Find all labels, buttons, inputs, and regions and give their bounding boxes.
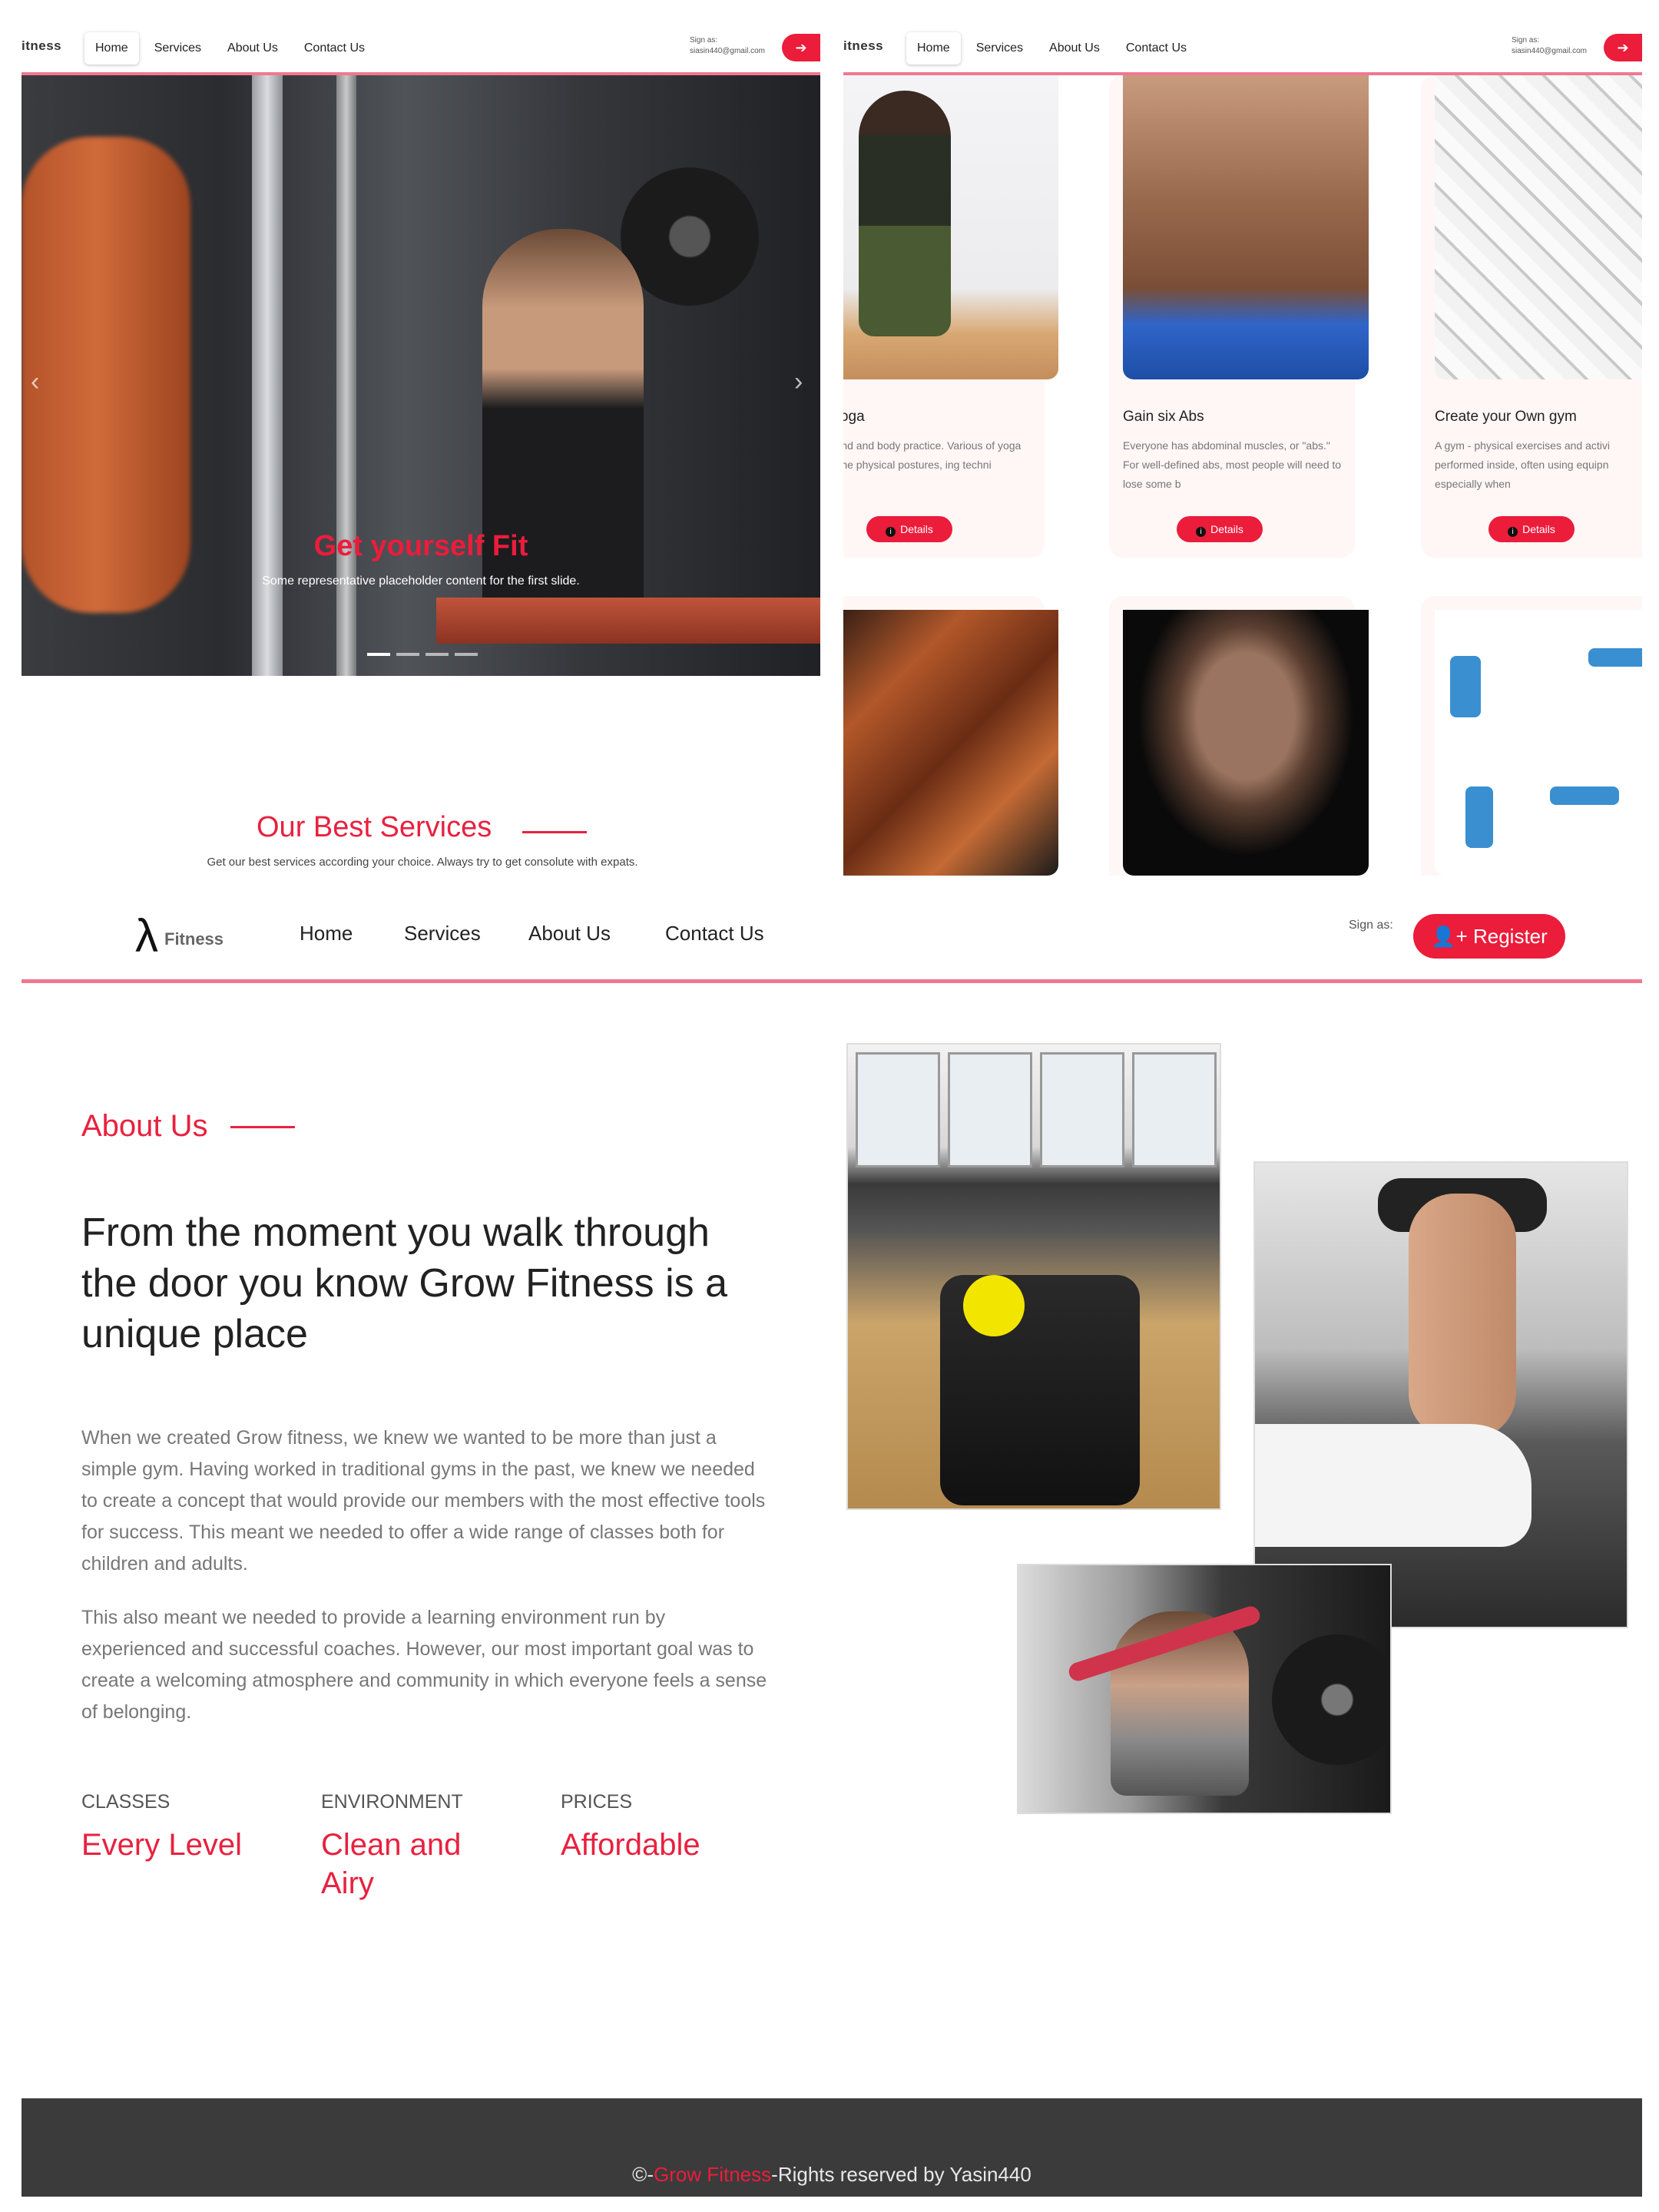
runner-logo-icon: λ bbox=[135, 910, 158, 962]
stat-label: CLASSES bbox=[81, 1791, 171, 1813]
carousel-indicator[interactable] bbox=[367, 653, 390, 656]
weight-plate bbox=[621, 167, 759, 306]
gym-bike-photo bbox=[846, 1043, 1221, 1510]
service-card bbox=[1421, 596, 1642, 876]
hero-carousel: ‹ › Get yourself Fit Some representative… bbox=[22, 75, 820, 676]
sign-in-icon: ➔ bbox=[1617, 40, 1629, 55]
stat-classes: CLASSES Every Level bbox=[81, 1791, 266, 1864]
nav-services-link[interactable]: Services bbox=[965, 32, 1034, 65]
nav-home-link[interactable]: Home bbox=[84, 32, 139, 65]
service-card: Gain six Abs Everyone has abdominal musc… bbox=[1109, 75, 1369, 558]
athlete-figure bbox=[482, 229, 644, 628]
gym-equipment-photo bbox=[1435, 75, 1642, 379]
about-label: About Us bbox=[81, 1109, 208, 1143]
service-card-desc: Everyone has abdominal muscles, or "abs.… bbox=[1123, 439, 1342, 490]
nav-about-link[interactable]: About Us bbox=[1038, 32, 1111, 65]
yoga-photo bbox=[843, 75, 1058, 379]
nav-contact-link[interactable]: Contact Us bbox=[293, 32, 376, 65]
nav-about-link[interactable]: About Us bbox=[217, 32, 289, 65]
footer-text: ©-Grow Fitness-Rights reserved by Yasin4… bbox=[632, 2163, 1031, 2186]
register-button[interactable]: 👤+ Register bbox=[1413, 914, 1565, 959]
carousel-indicator[interactable] bbox=[455, 653, 478, 656]
carousel-next-icon[interactable]: › bbox=[794, 367, 803, 397]
details-button[interactable]: i Details bbox=[1488, 516, 1575, 542]
abs-photo bbox=[1123, 75, 1369, 379]
service-card-desc: s a mind and body practice. Various of y… bbox=[843, 439, 1022, 471]
user-plus-icon: 👤+ bbox=[1431, 925, 1468, 948]
about-headline: From the moment you walk through the doo… bbox=[81, 1210, 728, 1356]
nav-contact-link[interactable]: Contact Us bbox=[1115, 32, 1197, 65]
heading-underline bbox=[230, 1126, 295, 1128]
carousel-indicator[interactable] bbox=[396, 653, 419, 656]
register-button[interactable]: ➔ bbox=[782, 34, 820, 61]
stat-label: ENVIRONMENT bbox=[321, 1791, 463, 1813]
services-cards-panel: ith Yoga s a mind and body practice. Var… bbox=[843, 75, 1642, 876]
service-card-title: Create your Own gym bbox=[1435, 409, 1577, 425]
bodybuilders-photo bbox=[843, 610, 1058, 876]
nav-services-link[interactable]: Services bbox=[144, 32, 212, 65]
sign-as-text: Sign as: siasin440@gmail.com bbox=[690, 36, 765, 55]
brand-logo[interactable]: λ Fitness bbox=[135, 911, 250, 962]
carousel-prev-icon[interactable]: ‹ bbox=[31, 367, 39, 397]
sign-as-text: Sign as: siasin440@gmail.com bbox=[1512, 36, 1587, 55]
register-button[interactable]: ➔ bbox=[1604, 34, 1642, 61]
thumb-navbar-left: itness Home Services About Us Contact Us… bbox=[22, 22, 820, 75]
exercises-illustration bbox=[1435, 610, 1642, 876]
sign-as-label: Sign as: bbox=[1349, 919, 1393, 932]
lat-pulldown-photo bbox=[1017, 1564, 1392, 1814]
about-paragraph: When we created Grow fitness, we knew we… bbox=[81, 1427, 766, 1575]
stat-value: Clean and Airy bbox=[321, 1828, 462, 1900]
stat-prices: PRICES Affordable bbox=[561, 1791, 745, 1864]
stat-environment: ENVIRONMENT Clean and Airy bbox=[321, 1791, 475, 1902]
carousel-indicator[interactable] bbox=[426, 653, 449, 656]
brand-logo[interactable]: itness bbox=[843, 38, 883, 54]
services-subheading: Get our best services according your cho… bbox=[207, 856, 638, 869]
main-navbar: λ Fitness Home Services About Us Contact… bbox=[22, 891, 1642, 983]
heading-underline bbox=[522, 831, 587, 833]
nav-services-link[interactable]: Services bbox=[404, 922, 481, 945]
gym-bench bbox=[436, 598, 820, 644]
details-button[interactable]: i Details bbox=[1177, 516, 1263, 542]
info-icon: i bbox=[886, 527, 896, 537]
nav-home-link[interactable]: Home bbox=[300, 922, 353, 945]
service-card bbox=[1109, 596, 1369, 876]
service-card-title: ith Yoga bbox=[843, 409, 865, 425]
bodybuilder-photo bbox=[1123, 610, 1369, 876]
hero-caption-text: Some representative placeholder content … bbox=[262, 575, 580, 588]
stat-value: Affordable bbox=[561, 1828, 700, 1862]
stat-label: PRICES bbox=[561, 1791, 633, 1813]
service-card: ith Yoga s a mind and body practice. Var… bbox=[843, 75, 1058, 558]
sign-in-icon: ➔ bbox=[795, 40, 807, 55]
carousel-indicators bbox=[367, 653, 478, 656]
brand-logo[interactable]: itness bbox=[22, 38, 61, 54]
dumbbell-press-photo bbox=[1253, 1161, 1628, 1628]
service-card: Create your Own gym A gym - physical exe… bbox=[1421, 75, 1642, 558]
thumb-navbar-right: itness Home Services About Us Contact Us… bbox=[843, 22, 1642, 75]
services-heading: Our Best Services bbox=[257, 811, 492, 843]
footer-brand[interactable]: Grow Fitness bbox=[654, 2163, 771, 2186]
stat-value: Every Level bbox=[81, 1828, 242, 1862]
service-card-title: Gain six Abs bbox=[1123, 409, 1204, 425]
details-button[interactable]: i Details bbox=[866, 516, 952, 542]
info-icon: i bbox=[1508, 527, 1518, 537]
service-card-desc: A gym - physical exercises and activi pe… bbox=[1435, 439, 1610, 490]
about-paragraph: This also meant we needed to provide a l… bbox=[81, 1607, 767, 1723]
info-icon: i bbox=[1196, 527, 1207, 537]
nav-about-link[interactable]: About Us bbox=[528, 922, 611, 945]
nav-contact-link[interactable]: Contact Us bbox=[665, 922, 764, 945]
hero-caption-title: Get yourself Fit bbox=[313, 530, 528, 562]
service-card bbox=[843, 596, 1058, 876]
footer: ©-Grow Fitness-Rights reserved by Yasin4… bbox=[22, 2098, 1642, 2197]
nav-home-link[interactable]: Home bbox=[906, 32, 961, 65]
